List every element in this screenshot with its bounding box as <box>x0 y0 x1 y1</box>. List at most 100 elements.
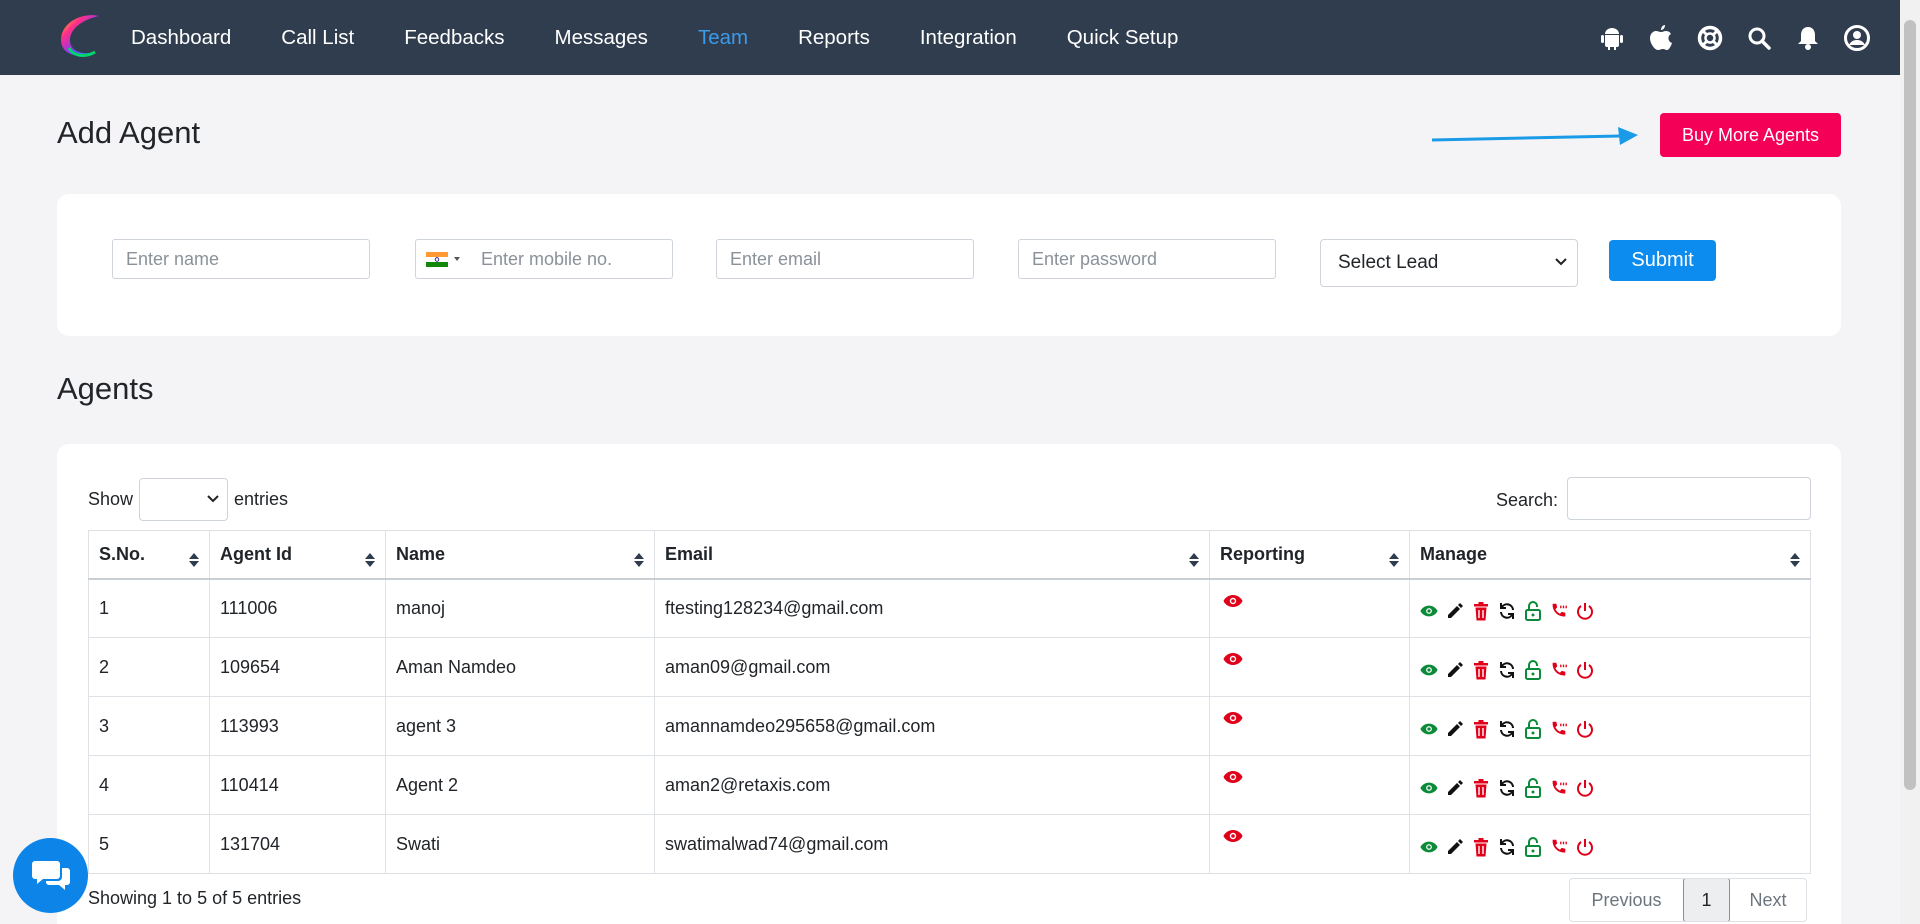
apple-icon[interactable] <box>1648 24 1674 51</box>
cell-email: ftesting128234@gmail.com <box>654 578 1210 638</box>
nav-quick-setup[interactable]: Quick Setup <box>1067 26 1179 50</box>
col-manage[interactable]: Manage <box>1409 530 1811 580</box>
reporting-eye-icon[interactable] <box>1223 652 1243 666</box>
show-label: Show <box>88 489 134 509</box>
sort-icon <box>189 553 199 567</box>
col-agent-id[interactable]: Agent Id <box>209 530 386 580</box>
col-reporting[interactable]: Reporting <box>1209 530 1410 580</box>
lock-icon[interactable] <box>1524 659 1542 681</box>
nav-dashboard[interactable]: Dashboard <box>131 26 231 50</box>
call-icon[interactable] <box>1550 777 1568 799</box>
col-sno[interactable]: S.No. <box>88 530 210 580</box>
nav-team[interactable]: Team <box>698 26 748 50</box>
reporting-eye-icon[interactable] <box>1223 829 1243 843</box>
cell-reporting <box>1209 637 1410 697</box>
refresh-icon[interactable] <box>1498 600 1516 622</box>
power-icon[interactable] <box>1576 836 1594 858</box>
cell-name: Agent 2 <box>385 755 655 815</box>
refresh-icon[interactable] <box>1498 718 1516 740</box>
cell-sno: 2 <box>88 637 210 697</box>
edit-icon[interactable] <box>1446 600 1464 622</box>
view-icon[interactable] <box>1420 718 1438 740</box>
mobile-input[interactable]: Enter mobile no. <box>415 239 673 279</box>
view-icon[interactable] <box>1420 836 1438 858</box>
india-flag-icon[interactable] <box>426 252 448 267</box>
power-icon[interactable] <box>1576 600 1594 622</box>
search-icon[interactable] <box>1746 25 1772 51</box>
col-name[interactable]: Name <box>385 530 655 580</box>
chat-widget-button[interactable] <box>13 838 88 913</box>
name-input[interactable]: Enter name <box>112 239 370 279</box>
mobile-placeholder: Enter mobile no. <box>481 248 613 269</box>
edit-icon[interactable] <box>1446 718 1464 740</box>
call-icon[interactable] <box>1550 718 1568 740</box>
reporting-eye-icon[interactable] <box>1223 770 1243 784</box>
android-icon[interactable] <box>1599 25 1625 51</box>
cell-email: swatimalwad74@gmail.com <box>654 814 1210 874</box>
country-dropdown-caret-icon[interactable] <box>454 257 460 261</box>
nav-integration[interactable]: Integration <box>920 26 1017 50</box>
call-icon[interactable] <box>1550 600 1568 622</box>
edit-icon[interactable] <box>1446 836 1464 858</box>
user-icon[interactable] <box>1844 24 1870 51</box>
logo[interactable] <box>55 10 107 62</box>
view-icon[interactable] <box>1420 600 1438 622</box>
delete-icon[interactable] <box>1472 836 1490 858</box>
bell-icon[interactable] <box>1795 25 1821 51</box>
cell-agent-id: 110414 <box>209 755 386 815</box>
lock-icon[interactable] <box>1524 718 1542 740</box>
delete-icon[interactable] <box>1472 600 1490 622</box>
submit-button[interactable]: Submit <box>1609 240 1716 281</box>
refresh-icon[interactable] <box>1498 777 1516 799</box>
table-row: 2 109654 Aman Namdeo aman09@gmail.com <box>88 637 1811 697</box>
lock-icon[interactable] <box>1524 777 1542 799</box>
cell-sno: 4 <box>88 755 210 815</box>
view-icon[interactable] <box>1420 777 1438 799</box>
col-email[interactable]: Email <box>654 530 1210 580</box>
power-icon[interactable] <box>1576 659 1594 681</box>
nav-feedbacks[interactable]: Feedbacks <box>404 26 504 50</box>
cell-sno: 5 <box>88 814 210 874</box>
cell-name: agent 3 <box>385 696 655 756</box>
cell-email: aman2@retaxis.com <box>654 755 1210 815</box>
select-lead-dropdown[interactable]: Select Lead <box>1320 239 1578 287</box>
nav-reports[interactable]: Reports <box>798 26 870 50</box>
delete-icon[interactable] <box>1472 718 1490 740</box>
cell-email: aman09@gmail.com <box>654 637 1210 697</box>
page-scrollbar[interactable] <box>1900 0 1920 924</box>
edit-icon[interactable] <box>1446 659 1464 681</box>
view-icon[interactable] <box>1420 659 1438 681</box>
entries-select[interactable] <box>139 478 229 521</box>
delete-icon[interactable] <box>1472 659 1490 681</box>
power-icon[interactable] <box>1576 777 1594 799</box>
table-search-input[interactable] <box>1567 477 1811 520</box>
previous-button[interactable]: Previous <box>1570 879 1683 921</box>
chevron-down-icon <box>207 495 219 503</box>
refresh-icon[interactable] <box>1498 659 1516 681</box>
buy-more-agents-button[interactable]: Buy More Agents <box>1660 113 1841 157</box>
refresh-icon[interactable] <box>1498 836 1516 858</box>
lock-icon[interactable] <box>1524 600 1542 622</box>
cell-manage <box>1409 696 1811 756</box>
next-button[interactable]: Next <box>1730 879 1806 921</box>
cell-reporting <box>1209 578 1410 638</box>
call-icon[interactable] <box>1550 659 1568 681</box>
support-icon[interactable] <box>1697 25 1723 51</box>
table-row: 4 110414 Agent 2 aman2@retaxis.com <box>88 755 1811 815</box>
cell-sno: 3 <box>88 696 210 756</box>
reporting-eye-icon[interactable] <box>1223 594 1243 608</box>
reporting-eye-icon[interactable] <box>1223 711 1243 725</box>
lock-icon[interactable] <box>1524 836 1542 858</box>
call-icon[interactable] <box>1550 836 1568 858</box>
cell-reporting <box>1209 814 1410 874</box>
arrow-annotation <box>1430 126 1640 148</box>
nav-call-list[interactable]: Call List <box>281 26 354 50</box>
page-1-button[interactable]: 1 <box>1683 879 1730 921</box>
cell-manage <box>1409 637 1811 697</box>
password-input[interactable]: Enter password <box>1018 239 1276 279</box>
power-icon[interactable] <box>1576 718 1594 740</box>
delete-icon[interactable] <box>1472 777 1490 799</box>
email-input[interactable]: Enter email <box>716 239 974 279</box>
nav-messages[interactable]: Messages <box>555 26 648 50</box>
edit-icon[interactable] <box>1446 777 1464 799</box>
